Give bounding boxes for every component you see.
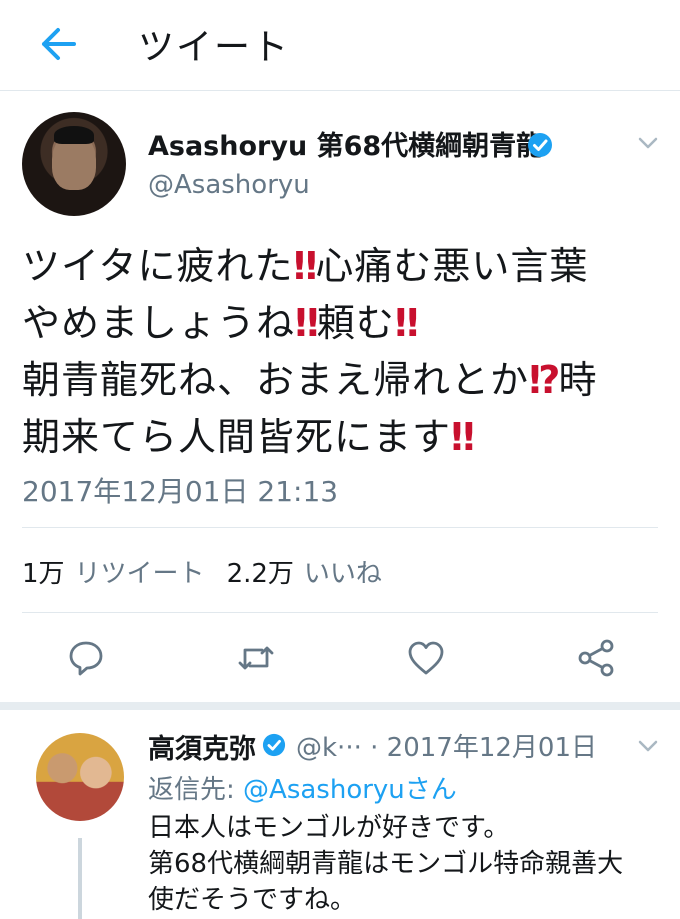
retweet-count[interactable]: 1万 — [22, 559, 65, 589]
reply-icon[interactable] — [66, 638, 106, 678]
engagement-stats: 1万 リツイート 2.2万 いいね — [22, 553, 404, 590]
author-display-name[interactable]: Asashoryu 第68代横綱朝青龍 — [148, 124, 543, 163]
tweet-text-line: やめましょうね‼頼む‼ — [22, 295, 667, 352]
double-exclamation-icon: ‼ — [295, 301, 319, 345]
reply-date[interactable]: · 2017年12月01日 — [370, 733, 597, 763]
reply-text: 日本人はモンゴルが好きです。 第68代横綱朝青龍はモンゴル特命親善大 使だそうで… — [148, 810, 668, 918]
retweet-label[interactable]: リツイート — [75, 559, 205, 589]
reply-avatar[interactable] — [36, 733, 124, 821]
retweet-icon[interactable] — [236, 638, 276, 678]
like-count[interactable]: 2.2万 — [227, 559, 294, 589]
text-segment: 期来てら人間皆死にます — [22, 415, 452, 459]
top-bar: ツイート — [0, 0, 680, 91]
tweet-text-line: 朝青龍死ね、おまえ帰れとか⁉時 — [22, 352, 667, 409]
verified-badge-icon — [262, 733, 286, 757]
double-exclamation-icon: ‼ — [394, 301, 419, 345]
reply-text-line: 使だそうですね。 — [148, 885, 357, 915]
back-arrow-icon[interactable] — [38, 26, 78, 62]
reply-text-line: 第68代横綱朝青龍はモンゴル特命親善大 — [148, 849, 624, 879]
double-exclamation-icon: ‼ — [293, 244, 317, 288]
text-segment: ツイタに疲れた — [22, 244, 294, 288]
verified-badge-icon — [527, 132, 553, 158]
tweet-timestamp[interactable]: 2017年12月01日 21:13 — [22, 470, 338, 510]
double-exclamation-icon: ‼ — [451, 415, 475, 459]
text-segment: 時 — [558, 358, 598, 402]
section-separator — [0, 702, 680, 710]
reply-author-handle[interactable]: @k··· — [296, 733, 362, 763]
tweet-text-line: ツイタに疲れた‼心痛む悪い言葉 — [22, 238, 667, 295]
text-segment: やめましょうね — [22, 301, 296, 345]
action-bar — [0, 638, 680, 682]
tweet-text-line: 期来てら人間皆死にます‼ — [22, 409, 667, 466]
text-segment: 心痛む悪い言葉 — [315, 244, 589, 288]
share-icon[interactable] — [576, 638, 616, 678]
reply-to-suffix: さん — [404, 775, 457, 805]
thread-line — [78, 838, 82, 919]
like-icon[interactable] — [406, 638, 446, 678]
reply-to-prefix: 返信先: — [148, 775, 244, 805]
text-segment: 頼む — [316, 301, 395, 345]
divider — [22, 612, 658, 613]
reply-text-line: 日本人はモンゴルが好きです。 — [148, 813, 510, 843]
avatar[interactable] — [22, 112, 126, 216]
exclamation-question-icon: ⁉ — [529, 358, 560, 402]
reply-to-handle-link[interactable]: @Asashoryu — [243, 775, 405, 805]
text-segment: 朝青龍死ね、おまえ帰れとか — [22, 358, 530, 402]
chevron-down-icon[interactable] — [638, 738, 658, 752]
page-title: ツイート — [138, 27, 291, 68]
like-label[interactable]: いいね — [304, 559, 382, 589]
tweet-text: ツイタに疲れた‼心痛む悪い言葉 やめましょうね‼頼む‼ 朝青龍死ね、おまえ帰れと… — [22, 238, 667, 466]
reply-author-display-name[interactable]: 高須克弥 — [148, 727, 256, 766]
author-handle[interactable]: @Asashoryu — [148, 170, 310, 200]
avatar-hair — [54, 126, 94, 144]
divider — [22, 527, 658, 528]
reply-to-line: 返信先: @Asashoryuさん — [148, 769, 457, 806]
chevron-down-icon[interactable] — [638, 135, 658, 149]
reply-meta: @k··· · 2017年12月01日 — [296, 727, 597, 764]
